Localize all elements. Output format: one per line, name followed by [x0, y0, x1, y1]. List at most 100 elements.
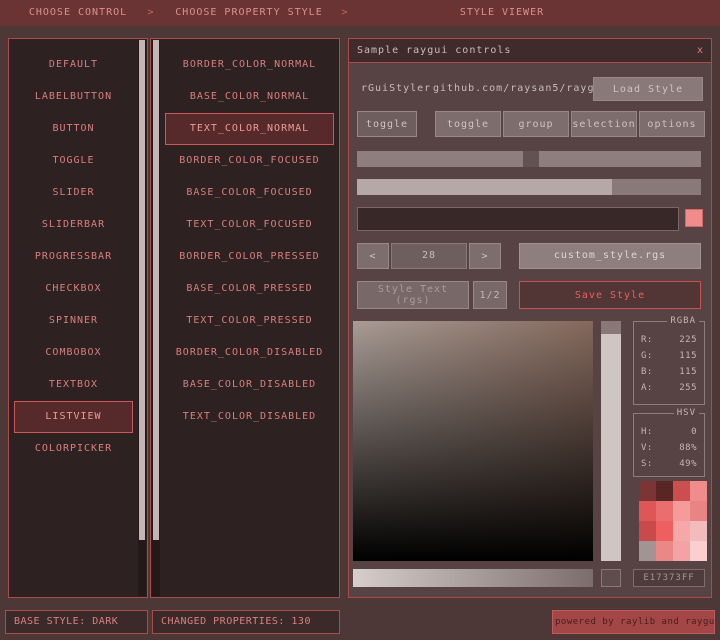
page-toggle-button[interactable]: 1/2	[473, 281, 507, 309]
status-base-style: BASE STYLE: DARK	[5, 610, 148, 634]
list-item[interactable]: BORDER_COLOR_DISABLED	[165, 337, 334, 369]
list-item[interactable]: COMBOBOX	[14, 337, 133, 369]
window-title: Sample raygui controls	[357, 39, 511, 62]
sample-progress-bar	[357, 179, 701, 195]
list-item[interactable]: TEXT_COLOR_DISABLED	[165, 401, 334, 433]
style-text-button[interactable]: Style Text (rgs)	[357, 281, 469, 309]
spinner-value[interactable]: 28	[391, 243, 467, 269]
scrollbar-handle[interactable]	[153, 40, 159, 540]
list-item[interactable]: SPINNER	[14, 305, 133, 337]
style-viewer-window: Sample raygui controls x rGuiStyler gith…	[348, 38, 712, 598]
github-link[interactable]: github.com/raysan5/raygui	[433, 77, 609, 101]
list-item[interactable]: BORDER_COLOR_FOCUSED	[165, 145, 334, 177]
save-style-button[interactable]: Save Style	[519, 281, 701, 309]
toggle-group-item[interactable]: options	[639, 111, 705, 137]
palette-swatch[interactable]	[673, 541, 690, 561]
list-item[interactable]: COLORPICKER	[14, 433, 133, 465]
hue-slider[interactable]	[601, 321, 621, 561]
list-item[interactable]: TEXT_COLOR_FOCUSED	[165, 209, 334, 241]
controls-scrollbar[interactable]	[138, 40, 146, 596]
toggle-group-item[interactable]: selection	[571, 111, 637, 137]
alpha-bar[interactable]	[353, 569, 593, 587]
scrollbar-handle[interactable]	[139, 40, 145, 540]
list-item[interactable]: TOGGLE	[14, 145, 133, 177]
hue-slider-handle[interactable]	[601, 321, 621, 334]
toggle-group-item[interactable]: toggle	[435, 111, 501, 137]
toggle-group-item[interactable]: group	[503, 111, 569, 137]
window-titlebar[interactable]: Sample raygui controls x	[349, 39, 711, 63]
color-preview-button[interactable]	[601, 569, 621, 587]
load-style-button[interactable]: Load Style	[593, 77, 703, 101]
controls-list: DEFAULTLABELBUTTONBUTTONTOGGLESLIDERSLID…	[9, 39, 138, 597]
app-name-label: rGuiStyler	[361, 77, 431, 101]
sample-text-input[interactable]	[357, 207, 679, 231]
list-item[interactable]: BORDER_COLOR_NORMAL	[165, 49, 334, 81]
rgba-title: RGBA	[667, 316, 699, 326]
palette-swatch[interactable]	[690, 521, 707, 541]
slider-handle[interactable]	[523, 151, 539, 167]
hsv-values: H:0V:88%S:49%	[634, 414, 704, 472]
palette-swatch[interactable]	[639, 501, 656, 521]
breadcrumb-arrow-icon: >	[338, 0, 352, 26]
header-choose-property-style: CHOOSE PROPERTY STYLE	[158, 0, 340, 26]
status-powered-by: powered by raylib and raygui	[552, 610, 715, 634]
palette-swatch[interactable]	[639, 521, 656, 541]
palette-swatch[interactable]	[690, 501, 707, 521]
color-chip-button[interactable]	[685, 209, 703, 227]
value-row: V:88%	[634, 440, 704, 456]
value-row: B:115	[634, 364, 704, 380]
palette-swatch[interactable]	[673, 521, 690, 541]
palette-swatch[interactable]	[690, 541, 707, 561]
color-picker-panel[interactable]	[353, 321, 593, 561]
hex-value-field[interactable]: E17373FF	[633, 569, 705, 587]
palette-swatch[interactable]	[690, 481, 707, 501]
list-item[interactable]: TEXTBOX	[14, 369, 133, 401]
list-item[interactable]: BASE_COLOR_DISABLED	[165, 369, 334, 401]
list-item[interactable]: BASE_COLOR_FOCUSED	[165, 177, 334, 209]
palette-swatch[interactable]	[656, 521, 673, 541]
properties-list: BORDER_COLOR_NORMALBASE_COLOR_NORMALTEXT…	[160, 39, 339, 597]
rgba-values: R:225G:115B:115A:255	[634, 322, 704, 396]
status-changed-properties: CHANGED PROPERTIES: 130	[152, 610, 340, 634]
status-bar: BASE STYLE: DARK CHANGED PROPERTIES: 130…	[0, 604, 720, 640]
hsv-groupbox: HSV H:0V:88%S:49%	[633, 413, 705, 477]
spinner-decrement-button[interactable]: <	[357, 243, 389, 269]
list-item[interactable]: BUTTON	[14, 113, 133, 145]
list-item[interactable]: BASE_COLOR_PRESSED	[165, 273, 334, 305]
list-item[interactable]: SLIDER	[14, 177, 133, 209]
palette-swatch[interactable]	[673, 501, 690, 521]
color-palette	[639, 481, 707, 561]
close-icon[interactable]: x	[697, 39, 703, 62]
value-row: S:49%	[634, 456, 704, 472]
list-item[interactable]: LABELBUTTON	[14, 81, 133, 113]
controls-list-panel: DEFAULTLABELBUTTONBUTTONTOGGLESLIDERSLID…	[8, 38, 148, 598]
toggle-button[interactable]: toggle	[357, 111, 417, 137]
filename-input[interactable]: custom_style.rgs	[519, 243, 701, 269]
list-item[interactable]: TEXT_COLOR_PRESSED	[165, 305, 334, 337]
breadcrumb-arrow-icon: >	[144, 0, 158, 26]
value-row: A:255	[634, 380, 704, 396]
list-item[interactable]: SLIDERBAR	[14, 209, 133, 241]
list-item[interactable]: BORDER_COLOR_PRESSED	[165, 241, 334, 273]
properties-list-panel: BORDER_COLOR_NORMALBASE_COLOR_NORMALTEXT…	[150, 38, 340, 598]
value-row: R:225	[634, 332, 704, 348]
list-item[interactable]: TEXT_COLOR_NORMAL	[165, 113, 334, 145]
spinner-increment-button[interactable]: >	[469, 243, 501, 269]
palette-swatch[interactable]	[656, 481, 673, 501]
list-item[interactable]: CHECKBOX	[14, 273, 133, 305]
palette-swatch[interactable]	[639, 481, 656, 501]
value-row: G:115	[634, 348, 704, 364]
header-choose-control: CHOOSE CONTROL	[8, 0, 148, 26]
palette-swatch[interactable]	[656, 501, 673, 521]
palette-swatch[interactable]	[673, 481, 690, 501]
palette-swatch[interactable]	[639, 541, 656, 561]
palette-swatch[interactable]	[656, 541, 673, 561]
list-item[interactable]: LISTVIEW	[14, 401, 133, 433]
list-item[interactable]: BASE_COLOR_NORMAL	[165, 81, 334, 113]
progress-fill	[357, 179, 612, 195]
list-item[interactable]: PROGRESSBAR	[14, 241, 133, 273]
sample-slider[interactable]	[357, 151, 701, 167]
top-bar: CHOOSE CONTROL > CHOOSE PROPERTY STYLE >…	[0, 0, 720, 26]
properties-scrollbar[interactable]	[152, 40, 160, 596]
list-item[interactable]: DEFAULT	[14, 49, 133, 81]
